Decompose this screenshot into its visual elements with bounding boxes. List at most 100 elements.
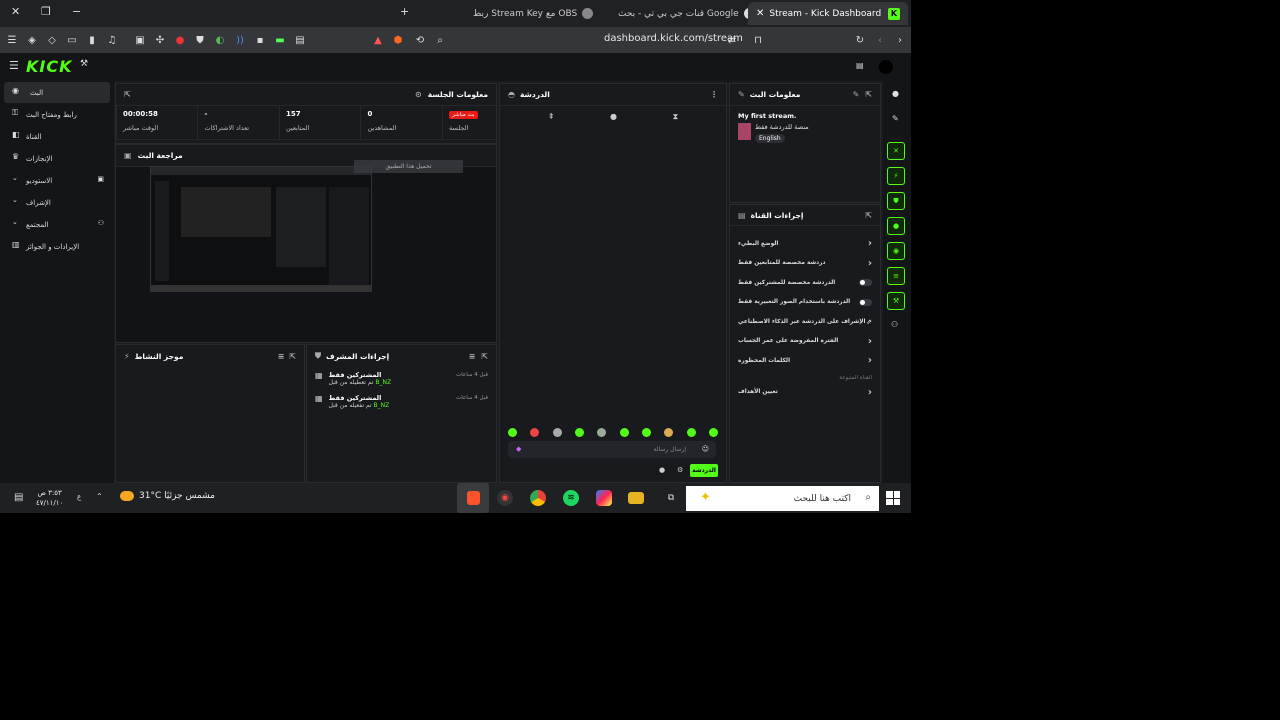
notification-icon[interactable]: ▤ bbox=[14, 492, 23, 503]
back-icon[interactable]: ‹ bbox=[872, 32, 888, 48]
emote-icon[interactable] bbox=[641, 428, 651, 437]
mod-action-user[interactable]: B_NZ bbox=[375, 379, 391, 386]
task-view-icon[interactable]: ⧉ bbox=[663, 490, 679, 506]
chevron-up-icon[interactable]: ⌃ bbox=[96, 492, 103, 501]
brave-icon[interactable]: ⬢ bbox=[390, 32, 406, 48]
filter-icon[interactable]: ≡ bbox=[278, 352, 285, 361]
emote-icon[interactable] bbox=[619, 428, 629, 437]
subscribers-only-toggle[interactable] bbox=[859, 279, 872, 287]
nav-item-achievements[interactable]: ♛ الإنجازات bbox=[4, 148, 110, 169]
nav-item-stream-key[interactable]: ⚿ رابط ومفتاح البث bbox=[4, 104, 110, 125]
avatar[interactable] bbox=[879, 60, 893, 74]
rail-message-button[interactable]: ● bbox=[887, 217, 905, 235]
emote-icon[interactable] bbox=[574, 428, 584, 437]
stream-preview-video[interactable] bbox=[150, 166, 372, 292]
emotes-only-toggle[interactable] bbox=[859, 298, 872, 306]
close-window-icon[interactable]: ✕ bbox=[11, 5, 20, 18]
language-indicator[interactable]: ع bbox=[77, 493, 81, 501]
popout-icon[interactable]: ⇱ bbox=[481, 352, 488, 361]
rail-list-button[interactable]: ≡ bbox=[887, 267, 905, 285]
windows-start-icon[interactable] bbox=[886, 491, 900, 505]
menu-icon[interactable]: ☰ bbox=[4, 32, 20, 48]
tab-google[interactable]: قنات جي بي تي - بحث Google bbox=[610, 2, 763, 25]
emote-icon[interactable] bbox=[686, 428, 696, 437]
nav-item-studio[interactable]: ⌄ الاستوديو ▣ bbox=[4, 170, 110, 191]
rail-tools-button[interactable]: ⚒ bbox=[887, 292, 905, 310]
extension-icon[interactable]: ▣ bbox=[132, 32, 148, 48]
more-options-icon[interactable]: ⋮ bbox=[710, 90, 718, 99]
taskbar-search[interactable]: اكتب هنا للبحث ⌕ ✦ bbox=[686, 486, 879, 511]
emoji-picker-icon[interactable]: ◆ bbox=[516, 445, 521, 453]
sidebar-icon[interactable]: ▮ bbox=[84, 32, 100, 48]
action-slow-mode[interactable]: الوضع البطيء › bbox=[730, 234, 880, 254]
rail-shield-button[interactable]: ⛊ bbox=[887, 192, 905, 210]
chat-settings-icon[interactable]: ⚙ bbox=[677, 466, 683, 474]
emote-icon[interactable] bbox=[530, 428, 540, 437]
alert-icon[interactable]: ▲ bbox=[370, 32, 386, 48]
brave-shield-icon[interactable]: ◈ bbox=[24, 32, 40, 48]
minimize-window-icon[interactable]: − bbox=[72, 5, 81, 18]
hamburger-icon[interactable]: ☰ bbox=[9, 59, 19, 72]
action-account-age[interactable]: الفترة المفروضة على عمر الحساب › bbox=[730, 332, 880, 352]
hourglass-icon[interactable]: ⧗ bbox=[673, 112, 679, 122]
emote-icon[interactable] bbox=[708, 428, 718, 437]
layout-icon[interactable]: ▤ bbox=[856, 61, 864, 70]
nav-item-moderation[interactable]: ⌄ الإشراف bbox=[4, 192, 110, 213]
file-explorer-icon[interactable] bbox=[628, 492, 644, 504]
pin-icon[interactable]: ⇞ bbox=[548, 112, 555, 122]
action-ai-moderation[interactable]: الإشراف على الدردشة عبر الذكاء الاصطناعي… bbox=[730, 312, 880, 332]
action-followers-only[interactable]: دردشة مخصصة للمتابعين فقط › bbox=[730, 254, 880, 274]
nav-item-stream[interactable]: ◉ البث bbox=[4, 82, 110, 103]
tabs-icon[interactable]: ▭ bbox=[64, 32, 80, 48]
shield-icon[interactable]: ⛊ bbox=[192, 32, 208, 48]
rail-lightning-button[interactable]: ⚡ bbox=[887, 167, 905, 185]
screenshot-icon[interactable]: ▪ bbox=[252, 32, 268, 48]
chat-input[interactable]: إرسال رسالة ◆ ☺ bbox=[508, 441, 716, 458]
action-set-goals[interactable]: تعيين الأهداف › bbox=[730, 383, 880, 403]
mod-action-user[interactable]: B_NZ bbox=[374, 402, 390, 409]
taskbar-clock[interactable]: ٣:٥٣ ص ٤٧/١١/١٠ bbox=[36, 488, 63, 508]
emote-icon[interactable] bbox=[552, 428, 562, 437]
rail-chat-button[interactable]: ✕ bbox=[887, 142, 905, 160]
search-icon[interactable]: ⌕ bbox=[432, 32, 448, 48]
green-extension-icon[interactable]: ▬ bbox=[272, 32, 288, 48]
share-icon[interactable]: ⟲ bbox=[412, 32, 428, 48]
filter-icon[interactable]: ≡ bbox=[469, 352, 476, 361]
action-banned-words[interactable]: الكلمات المحظورة › bbox=[730, 351, 880, 371]
pencil-icon[interactable]: ✎ bbox=[892, 114, 899, 123]
rail-broadcast-button[interactable]: ◉ bbox=[887, 242, 905, 260]
popout-icon[interactable]: ⇱ bbox=[865, 211, 872, 220]
forward-icon[interactable]: › bbox=[892, 32, 908, 48]
message-icon[interactable]: ● bbox=[610, 112, 617, 122]
wallet-icon[interactable]: ◇ bbox=[44, 32, 60, 48]
audio-icon[interactable]: )) bbox=[232, 32, 248, 48]
edit-icon[interactable]: ✎ bbox=[853, 90, 860, 99]
image-icon[interactable]: ▤ bbox=[292, 32, 308, 48]
smile-icon[interactable]: ☺ bbox=[702, 445, 709, 453]
spotify-icon[interactable]: ≋ bbox=[563, 490, 579, 506]
address-bar[interactable]: dashboard.kick.com/stream bbox=[604, 33, 743, 44]
copilot-icon[interactable] bbox=[596, 490, 612, 506]
nav-item-revenue[interactable]: ▥ الإيرادات و الجوائز bbox=[4, 236, 110, 257]
eye-icon[interactable]: ⊙ bbox=[415, 90, 422, 99]
popout-icon[interactable]: ⇱ bbox=[124, 90, 131, 99]
nav-item-channel[interactable]: ◧ القناة bbox=[4, 126, 110, 147]
music-icon[interactable]: ♫ bbox=[104, 32, 120, 48]
obs-icon[interactable]: ◉ bbox=[497, 490, 513, 506]
vpn-icon[interactable]: ◐ bbox=[212, 32, 228, 48]
kick-logo[interactable]: KICK bbox=[26, 57, 73, 76]
reload-icon[interactable]: ↻ bbox=[852, 32, 868, 48]
close-tab-icon[interactable]: ✕ bbox=[756, 8, 764, 19]
emote-icon[interactable] bbox=[508, 428, 517, 437]
new-tab-icon[interactable]: + bbox=[400, 5, 409, 18]
tab-kick-dashboard[interactable]: ✕ Stream - Kick Dashboard K bbox=[748, 2, 908, 25]
nav-item-community[interactable]: ⌄ المجتمع ⚇ bbox=[4, 214, 110, 235]
restore-window-icon[interactable]: ❐ bbox=[41, 5, 51, 18]
tab-obs[interactable]: ربط Stream Key مع OBS bbox=[465, 2, 601, 25]
emote-icon[interactable] bbox=[597, 428, 607, 437]
puzzle-icon[interactable]: ✣ bbox=[152, 32, 168, 48]
send-chat-button[interactable]: الدردشة bbox=[690, 464, 718, 477]
users-icon[interactable]: ⚇ bbox=[891, 320, 898, 329]
record-icon[interactable]: ● bbox=[172, 32, 188, 48]
popout-icon[interactable]: ⇱ bbox=[865, 90, 872, 99]
